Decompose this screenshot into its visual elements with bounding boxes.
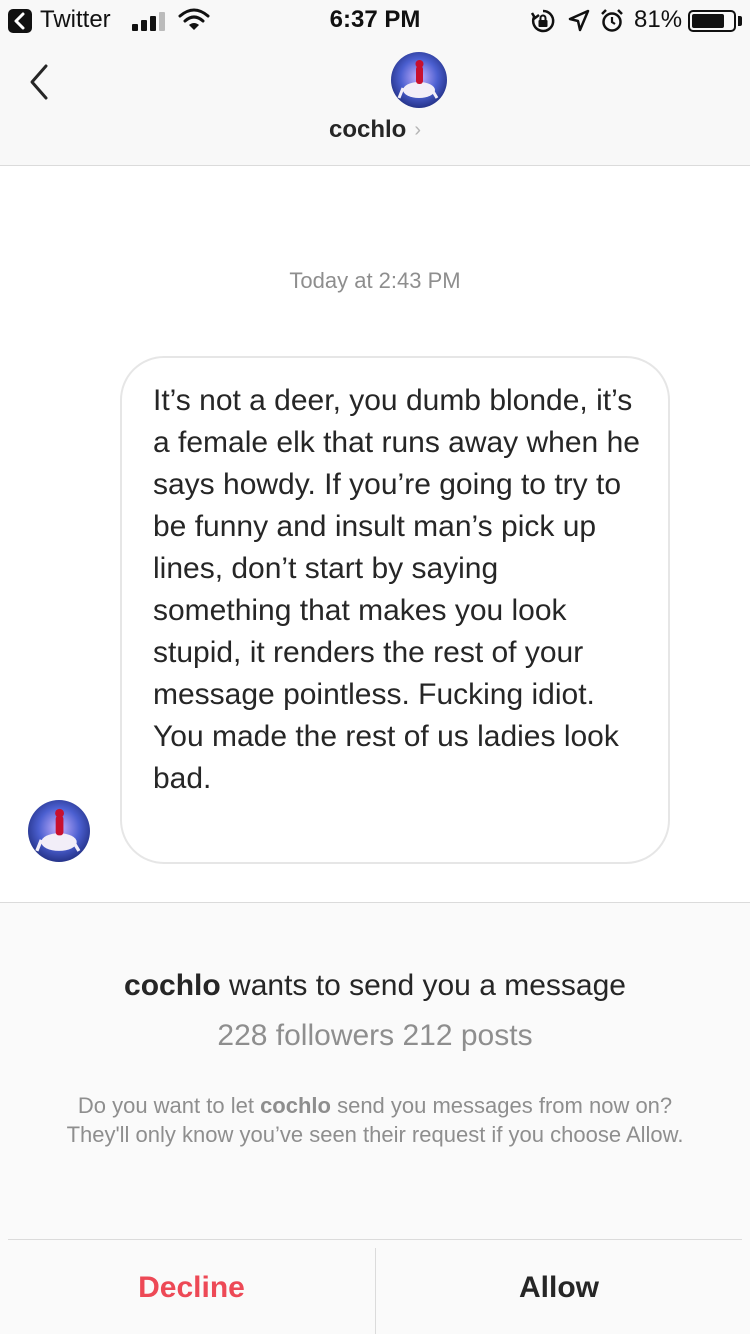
message-timestamp: Today at 2:43 PM (289, 268, 461, 293)
request-desc-prefix: Do you want to let (77, 1093, 261, 1118)
battery-percent: 81% (634, 6, 683, 33)
allow-button[interactable]: Allow (376, 1240, 742, 1334)
battery-cap (738, 16, 742, 26)
request-description: Do you want to let cochlo send you messa… (60, 1091, 690, 1149)
message-request-panel: cochlo wants to send you a message 228 f… (0, 902, 750, 1334)
rotation-lock-icon (530, 9, 555, 33)
battery-icon (688, 10, 736, 32)
request-username[interactable]: cochlo (124, 969, 221, 1002)
header-avatar[interactable] (391, 52, 447, 108)
request-title-suffix: wants to send you a message (220, 969, 626, 1002)
decline-button[interactable]: Decline (8, 1240, 375, 1334)
request-title: cochlo wants to send you a message (0, 969, 750, 1003)
request-actions: Decline Allow (8, 1239, 742, 1334)
status-bar: Twitter 6:37 PM 81% (0, 0, 750, 40)
location-icon (568, 9, 590, 32)
sender-avatar[interactable] (28, 800, 90, 862)
request-desc-username: cochlo (260, 1093, 331, 1118)
back-chevron-icon[interactable] (24, 60, 56, 104)
alarm-icon (601, 9, 623, 32)
message-text: It’s not a deer, you dumb blonde, it’s a… (153, 384, 640, 795)
chevron-right-icon: › (414, 119, 421, 141)
header-title[interactable]: cochlo › (0, 116, 750, 144)
message-bubble[interactable]: It’s not a deer, you dumb blonde, it’s a… (120, 356, 670, 864)
header-username[interactable]: cochlo (329, 116, 406, 143)
battery-fill (692, 14, 724, 28)
request-stats: 228 followers 212 posts (217, 1019, 533, 1052)
conversation-header: cochlo › (0, 40, 750, 166)
